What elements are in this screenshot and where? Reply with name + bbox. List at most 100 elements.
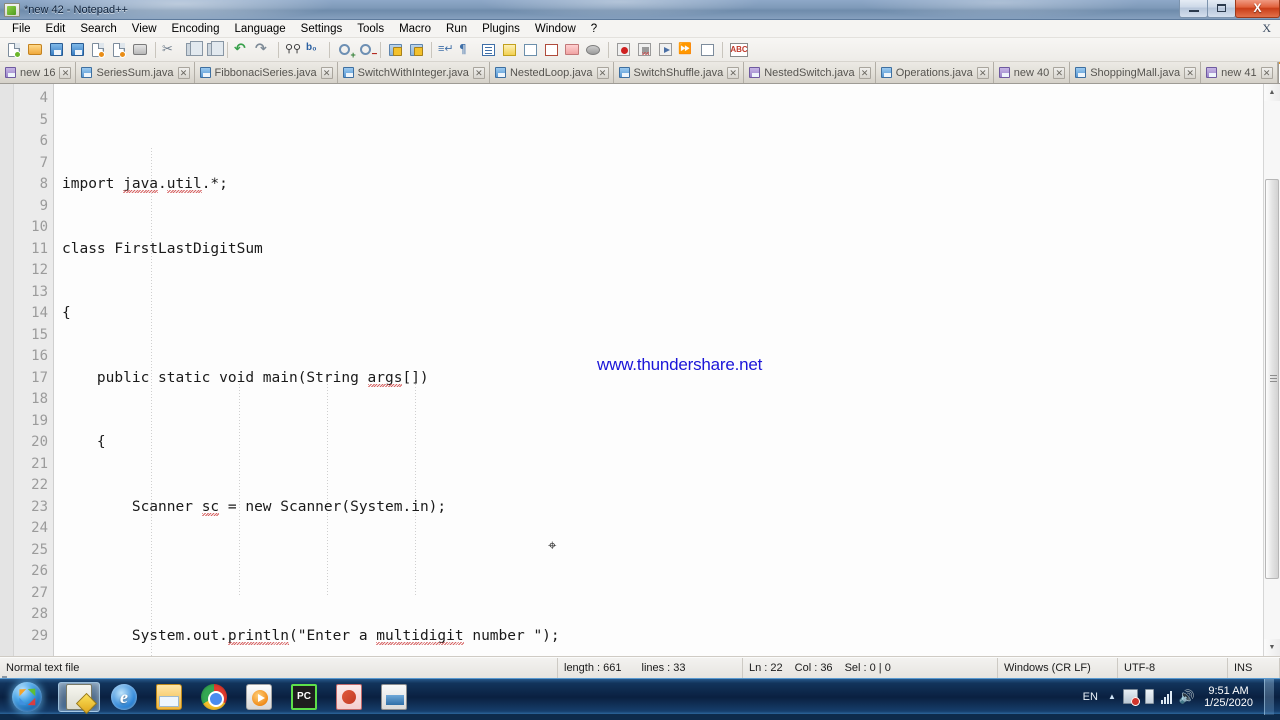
taskbar-item-internet-explorer[interactable] xyxy=(103,682,145,712)
vertical-scroll-track[interactable] xyxy=(1263,101,1280,639)
sync-scroll-vertical-icon[interactable] xyxy=(385,40,405,60)
tab-close-icon[interactable]: ✕ xyxy=(59,66,72,79)
tab-close-icon[interactable]: ✕ xyxy=(1053,66,1066,79)
copy-icon[interactable] xyxy=(181,40,203,60)
word-wrap-icon[interactable]: ≡↵ xyxy=(436,40,456,60)
taskbar-item-powerpoint[interactable] xyxy=(328,682,370,712)
menu-file[interactable]: File xyxy=(5,21,39,37)
monitoring-icon[interactable] xyxy=(583,40,603,60)
tab-close-icon[interactable]: ✕ xyxy=(976,66,989,79)
zoom-in-icon[interactable] xyxy=(334,40,356,60)
abc-spellcheck-icon[interactable]: ABC xyxy=(727,40,751,60)
code-line[interactable]: { xyxy=(54,303,1280,325)
menu-search[interactable]: Search xyxy=(73,21,124,37)
new-document-icon[interactable] xyxy=(4,40,24,60)
show-hidden-icons-icon[interactable]: ▲ xyxy=(1108,692,1116,701)
replace-icon[interactable]: b₀ xyxy=(304,40,324,60)
tab-nestedswitch-java[interactable]: NestedSwitch.java ✕ xyxy=(744,62,876,83)
vertical-scrollbar[interactable]: ▲ ▼ xyxy=(1263,84,1280,656)
open-folder-icon[interactable] xyxy=(25,40,45,60)
show-desktop-button[interactable] xyxy=(1264,678,1274,715)
menu-encoding[interactable]: Encoding xyxy=(165,21,228,37)
tab-new-16[interactable]: new 16 ✕ xyxy=(0,62,77,83)
taskbar-item-notepad-plus-plus[interactable] xyxy=(58,681,100,712)
pilcrow-icon[interactable]: ¶ xyxy=(457,40,477,60)
start-button[interactable] xyxy=(2,680,52,714)
menu-tools[interactable]: Tools xyxy=(350,21,392,37)
code-line[interactable]: Scanner sc = new Scanner(System.in); xyxy=(54,497,1280,519)
tab-new-40[interactable]: new 40 ✕ xyxy=(993,62,1071,83)
record-icon[interactable] xyxy=(613,40,633,60)
title-bar[interactable]: *new 42 - Notepad++ X xyxy=(0,0,1280,20)
vertical-scroll-thumb[interactable] xyxy=(1264,179,1279,579)
close-document-icon[interactable] xyxy=(88,40,108,60)
battery-icon[interactable] xyxy=(1144,689,1154,704)
user-define-icon[interactable] xyxy=(499,40,519,60)
maximize-button[interactable] xyxy=(1207,0,1236,18)
tab-close-icon[interactable]: ✕ xyxy=(727,66,740,79)
menu-help[interactable]: ? xyxy=(584,21,605,37)
tab-new-41[interactable]: new 41 ✕ xyxy=(1201,62,1278,83)
sync-scroll-horizontal-icon[interactable] xyxy=(406,40,426,60)
tab-close-icon[interactable]: ✕ xyxy=(472,66,485,79)
menu-settings[interactable]: Settings xyxy=(294,21,351,37)
scroll-up-arrow-icon[interactable]: ▲ xyxy=(1263,84,1280,101)
save-macro-icon[interactable] xyxy=(697,40,717,60)
close-all-documents-icon[interactable] xyxy=(109,40,129,60)
close-button[interactable]: X xyxy=(1235,0,1280,18)
printer-icon[interactable] xyxy=(130,40,150,60)
taskbar-item-media-player[interactable] xyxy=(238,682,280,712)
code-line[interactable]: System.out.println("Enter a multidigit n… xyxy=(54,626,1280,648)
language-indicator[interactable]: EN xyxy=(1080,690,1101,704)
taskbar-item-file-explorer[interactable] xyxy=(148,682,190,712)
tab-seriessum-java[interactable]: SeriesSum.java ✕ xyxy=(76,62,195,83)
save-all-icon[interactable] xyxy=(67,40,87,60)
tab-close-icon[interactable]: ✕ xyxy=(596,66,609,79)
scissors-icon[interactable]: ✂ xyxy=(160,40,180,60)
indent-guide-icon[interactable] xyxy=(478,40,498,60)
binoculars-icon[interactable]: ⚲⚲ xyxy=(283,40,303,60)
tab-close-icon[interactable]: ✕ xyxy=(320,66,333,79)
menu-run[interactable]: Run xyxy=(439,21,475,37)
close-document-button[interactable]: X xyxy=(1262,21,1271,36)
undo-icon[interactable]: ↶ xyxy=(232,40,252,60)
menu-view[interactable]: View xyxy=(125,21,165,37)
taskbar-item-google-chrome[interactable] xyxy=(193,682,235,712)
bookmark-margin[interactable] xyxy=(0,84,14,656)
taskbar-item-image-viewer[interactable] xyxy=(373,682,415,712)
stop-icon[interactable] xyxy=(634,40,654,60)
paste-icon[interactable] xyxy=(202,40,224,60)
play-icon[interactable] xyxy=(655,40,675,60)
scroll-down-arrow-icon[interactable]: ▼ xyxy=(1263,639,1280,656)
fast-forward-icon[interactable]: ⏩ xyxy=(676,40,696,60)
menu-macro[interactable]: Macro xyxy=(392,21,439,37)
tab-close-icon[interactable]: ✕ xyxy=(1184,66,1197,79)
tab-close-icon[interactable]: ✕ xyxy=(858,66,871,79)
menu-language[interactable]: Language xyxy=(227,21,293,37)
menu-plugins[interactable]: Plugins xyxy=(475,21,528,37)
code-text-area[interactable]: import java.util.*; class FirstLastDigit… xyxy=(54,84,1280,656)
tab-switchshuffle-java[interactable]: SwitchShuffle.java ✕ xyxy=(613,62,745,83)
tab-operations-java[interactable]: Operations.java ✕ xyxy=(875,62,994,83)
function-list-icon[interactable] xyxy=(541,40,561,60)
network-disconnected-icon[interactable] xyxy=(1122,689,1140,706)
redo-icon[interactable]: ↷ xyxy=(253,40,273,60)
minimize-button[interactable] xyxy=(1179,0,1208,18)
editor-pane[interactable]: 4 5 6 7 8 9 10 11 12 13 14 15 16 17 18 1… xyxy=(0,84,1280,657)
code-line[interactable]: class FirstLastDigitSum xyxy=(54,239,1280,261)
menu-window[interactable]: Window xyxy=(528,21,584,37)
zoom-out-icon[interactable] xyxy=(355,40,377,60)
tab-nestedloop-java[interactable]: NestedLoop.java ✕ xyxy=(489,62,614,83)
code-line[interactable]: { xyxy=(54,432,1280,454)
save-icon[interactable] xyxy=(46,40,66,60)
tab-shoppingmall-java[interactable]: ShoppingMall.java ✕ xyxy=(1070,62,1202,83)
menu-edit[interactable]: Edit xyxy=(39,21,74,37)
volume-icon[interactable]: 🔊 xyxy=(1179,689,1195,704)
code-line[interactable]: import java.util.*; xyxy=(54,174,1280,196)
folder-workspace-icon[interactable] xyxy=(562,40,582,60)
tab-switchwithinteger-java[interactable]: SwitchWithInteger.java ✕ xyxy=(337,62,490,83)
document-map-icon[interactable] xyxy=(520,40,540,60)
tab-close-icon[interactable]: ✕ xyxy=(177,66,190,79)
signal-bars-icon[interactable] xyxy=(1160,690,1172,704)
taskbar-item-pycharm[interactable] xyxy=(283,682,325,712)
